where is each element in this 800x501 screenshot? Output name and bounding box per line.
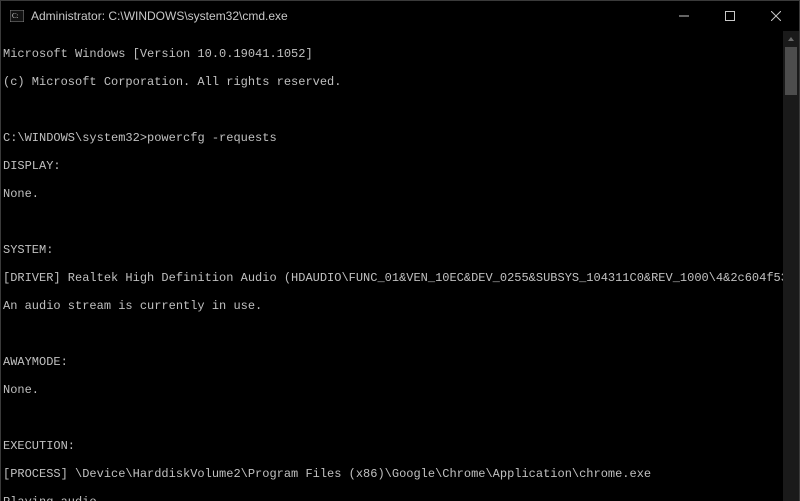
output-line: [PROCESS] \Device\HarddiskVolume2\Progra… <box>3 467 783 481</box>
maximize-button[interactable] <box>707 1 753 31</box>
output-line: Microsoft Windows [Version 10.0.19041.10… <box>3 47 783 61</box>
output-line: Playing audio <box>3 495 783 501</box>
scrollbar-track[interactable] <box>783 47 799 501</box>
scroll-up-button[interactable] <box>783 31 799 47</box>
blank-line <box>3 327 783 341</box>
terminal[interactable]: Microsoft Windows [Version 10.0.19041.10… <box>1 31 783 501</box>
titlebar[interactable]: C: Administrator: C:\WINDOWS\system32\cm… <box>1 1 799 31</box>
prompt-line: C:\WINDOWS\system32>powercfg -requests <box>3 131 783 145</box>
blank-line <box>3 215 783 229</box>
output-line: (c) Microsoft Corporation. All rights re… <box>3 75 783 89</box>
output-line: [DRIVER] Realtek High Definition Audio (… <box>3 271 783 285</box>
blank-line <box>3 411 783 425</box>
svg-text:C:: C: <box>12 12 19 20</box>
blank-line <box>3 103 783 117</box>
prompt: C:\WINDOWS\system32> <box>3 131 147 145</box>
window-title: Administrator: C:\WINDOWS\system32\cmd.e… <box>31 9 661 23</box>
scrollbar[interactable] <box>783 31 799 501</box>
command: powercfg -requests <box>147 131 277 145</box>
output-line: None. <box>3 383 783 397</box>
close-button[interactable] <box>753 1 799 31</box>
scrollbar-thumb[interactable] <box>785 47 797 95</box>
cmd-window: C: Administrator: C:\WINDOWS\system32\cm… <box>0 0 800 501</box>
output-line: An audio stream is currently in use. <box>3 299 783 313</box>
section-header: SYSTEM: <box>3 243 783 257</box>
cmd-icon: C: <box>9 8 25 24</box>
terminal-wrap: Microsoft Windows [Version 10.0.19041.10… <box>1 31 799 501</box>
minimize-button[interactable] <box>661 1 707 31</box>
section-header: EXECUTION: <box>3 439 783 453</box>
section-header: DISPLAY: <box>3 159 783 173</box>
section-header: AWAYMODE: <box>3 355 783 369</box>
output-line: None. <box>3 187 783 201</box>
